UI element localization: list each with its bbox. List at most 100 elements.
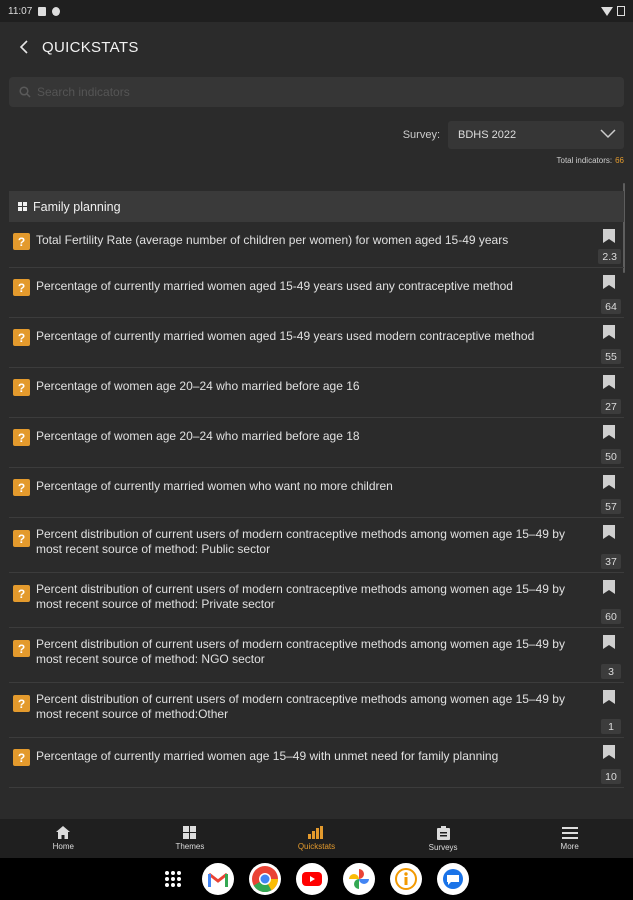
indicator-text: Percentage of women age 20–24 who marrie… [36,429,360,443]
chevron-down-icon [600,129,616,139]
survey-label: Survey: [402,129,440,141]
bookmark-icon[interactable] [603,580,615,594]
search-box[interactable] [9,77,624,107]
nav-label: More [560,841,579,851]
total-indicators-label: Total indicators: [556,156,613,165]
help-icon[interactable]: ? [13,379,30,396]
indicator-text: Total Fertility Rate (average number of … [36,233,509,247]
nav-more[interactable]: More [506,819,633,858]
photos-icon[interactable] [342,863,375,895]
help-icon[interactable]: ? [13,479,30,496]
total-indicators-value: 66 [615,156,624,165]
clipboard-icon [436,825,450,840]
indicator-row[interactable]: ? Percent distribution of current users o… [9,683,624,738]
bookmark-icon[interactable] [603,229,615,243]
indicator-value: 1 [601,719,621,734]
total-indicators: Total indicators: 66 [557,156,625,165]
section-title: Family planning [33,199,121,214]
grid-icon [183,826,197,839]
search-input[interactable] [37,85,597,99]
info-icon[interactable] [389,863,422,895]
help-icon[interactable]: ? [13,329,30,346]
bookmark-icon[interactable] [603,325,615,339]
battery-icon [617,6,625,16]
nav-label: Quickstats [297,842,336,851]
help-icon[interactable]: ? [13,695,30,712]
nav-label: Home [52,842,74,851]
bookmark-icon[interactable] [603,690,615,704]
bookmark-icon[interactable] [603,425,615,439]
wifi-icon [601,6,613,16]
indicator-text: Percent distribution of current users of… [36,692,565,721]
indicator-text: Percent distribution of current users of… [36,637,565,666]
grid-icon [18,202,27,211]
bookmark-icon[interactable] [603,475,615,489]
menu-icon [561,826,578,839]
notification-icon [38,6,47,16]
youtube-icon[interactable] [295,863,328,895]
indicator-row[interactable]: ? Percentage of currently married women a… [9,318,624,368]
indicator-row[interactable]: ? Percent distribution of current users o… [9,518,624,573]
nav-quickstats[interactable]: Quickstats [253,819,380,858]
status-bar: 11:07 [0,0,633,22]
chrome-icon[interactable] [248,863,281,895]
home-icon [56,826,71,839]
bookmark-icon[interactable] [603,635,615,649]
nav-label: Surveys [428,842,458,852]
indicator-row[interactable]: ? Percent distribution of current users o… [9,573,624,628]
indicator-row[interactable]: ? Percentage of currently married women a… [9,738,624,788]
nav-label: Themes [175,842,205,851]
indicator-value: 55 [601,349,621,364]
nav-surveys[interactable]: Surveys [380,819,507,858]
survey-selected-value: BDHS 2022 [458,129,517,141]
section-header: Family planning [9,191,624,222]
indicator-value: 60 [601,609,621,624]
indicator-text: Percentage of currently married women ag… [36,329,535,343]
back-button[interactable] [14,36,36,58]
messages-icon[interactable] [436,863,469,895]
indicator-row[interactable]: ? Percentage of women age 20–24 who marri… [9,418,624,468]
indicator-value: 27 [601,399,621,414]
status-time: 11:07 [8,5,33,17]
help-icon[interactable]: ? [13,530,30,547]
indicator-row[interactable]: ? Total Fertility Rate (average number of… [9,222,624,268]
search-icon [19,86,31,98]
bar-chart-icon [308,826,324,839]
help-icon[interactable]: ? [13,640,30,657]
help-icon[interactable]: ? [13,233,30,250]
indicator-value: 64 [601,299,621,314]
indicator-value: 2.3 [598,249,621,264]
indicator-text: Percent distribution of current users of… [36,582,565,611]
bookmark-icon[interactable] [603,275,615,289]
nav-themes[interactable]: Themes [127,819,254,858]
indicator-list: ? Total Fertility Rate (average number of… [9,222,624,788]
bookmark-icon[interactable] [603,375,615,389]
indicator-value: 3 [601,664,621,679]
survey-selector-row: Survey: BDHS 2022 [403,121,624,149]
help-icon[interactable]: ? [13,585,30,602]
gmail-icon[interactable] [201,863,234,895]
indicator-row[interactable]: ? Percent distribution of current users o… [9,628,624,683]
app-drawer-icon[interactable] [164,871,181,887]
indicator-value: 57 [601,499,621,514]
help-icon[interactable]: ? [13,279,30,296]
indicator-text: Percentage of currently married women wh… [36,479,393,493]
indicator-row[interactable]: ? Percentage of currently married women a… [9,268,624,318]
page-title: QUICKSTATS [42,38,139,56]
survey-dropdown[interactable]: BDHS 2022 [448,121,624,149]
help-icon[interactable]: ? [13,429,30,446]
indicator-value: 37 [601,554,621,569]
bookmark-icon[interactable] [603,525,615,539]
nav-home[interactable]: Home [0,819,127,858]
notification-icon [52,6,61,16]
help-icon[interactable]: ? [13,749,30,766]
indicator-row[interactable]: ? Percentage of women age 20–24 who marri… [9,368,624,418]
bookmark-icon[interactable] [603,745,615,759]
indicator-text: Percent distribution of current users of… [36,527,565,556]
system-dock [0,858,633,900]
indicator-row[interactable]: ? Percentage of currently married women w… [9,468,624,518]
indicator-text: Percentage of currently married women ag… [36,279,513,293]
indicator-text: Percentage of currently married women ag… [36,749,499,763]
app-header: QUICKSTATS [0,22,633,72]
indicator-value: 10 [601,769,621,784]
